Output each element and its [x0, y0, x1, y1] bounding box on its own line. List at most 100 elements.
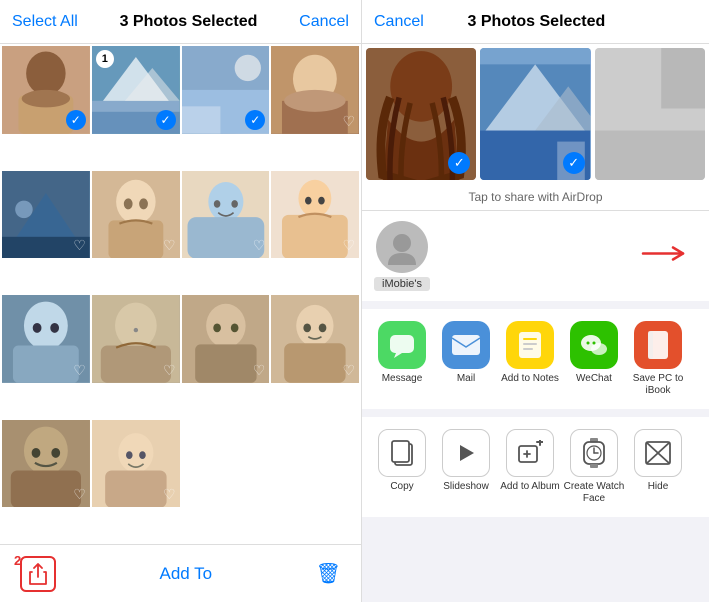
photo-cell[interactable]: ♡ [271, 46, 359, 134]
hide-icon [634, 429, 682, 477]
heart-icon: ♡ [342, 362, 355, 379]
airdrop-avatar [376, 221, 428, 273]
selected-photo-1[interactable]: ✓ [366, 48, 476, 180]
photo-cell[interactable]: ♡ [2, 295, 90, 383]
left-header: Select All 3 Photos Selected Cancel [0, 0, 361, 44]
photo-cell[interactable]: ♡ ✓ 1 [92, 46, 180, 134]
heart-icon: ♡ [73, 237, 86, 254]
watch-face-label: Create Watch Face [562, 481, 626, 505]
toolbar-number: 2 [14, 553, 21, 568]
check-badge: ✓ [66, 110, 86, 130]
action-watch-face[interactable]: Create Watch Face [562, 429, 626, 505]
copy-icon [378, 429, 426, 477]
mail-icon [442, 321, 490, 369]
photo-cell[interactable]: ♡ [271, 295, 359, 383]
photo-cell[interactable]: ♡ [2, 420, 90, 508]
slideshow-icon-svg [454, 441, 478, 465]
slideshow-icon [442, 429, 490, 477]
message-label: Message [382, 373, 423, 385]
selected-photo-3[interactable] [595, 48, 705, 180]
arrow-icon [633, 239, 693, 269]
share-app-mail[interactable]: Mail [434, 321, 498, 397]
select-all-button[interactable]: Select All [12, 13, 78, 31]
heart-icon: ♡ [163, 486, 176, 503]
notes-icon [506, 321, 554, 369]
selected-photos-strip: ✓ ✓ [362, 44, 709, 184]
share-icon [29, 563, 47, 585]
airdrop-person[interactable]: iMobie's [374, 221, 430, 291]
left-toolbar: 2 Add To 🗑 [0, 544, 361, 602]
share-apps-row: Message Mail Add to Notes [362, 309, 709, 417]
photo-grid: ♡ ✓ ♡ ✓ 1 ♡ ✓ [0, 44, 361, 544]
action-copy[interactable]: Copy [370, 429, 434, 505]
add-album-icon [506, 429, 554, 477]
hide-label: Hide [648, 481, 669, 493]
message-icon [378, 321, 426, 369]
check-badge: ✓ [245, 110, 265, 130]
wechat-icon [570, 321, 618, 369]
share-app-wechat[interactable]: WeChat [562, 321, 626, 397]
photo-cell[interactable]: ♡ [182, 295, 270, 383]
photo-cell[interactable]: ♡ [92, 171, 180, 259]
add-album-label: Add to Album [500, 481, 559, 493]
number-badge: 1 [96, 50, 114, 68]
action-slideshow[interactable]: Slideshow [434, 429, 498, 505]
right-panel: Cancel 3 Photos Selected ✓ [362, 0, 709, 602]
wechat-label: WeChat [576, 373, 612, 385]
arrow-indicator [633, 239, 693, 274]
photo-cell[interactable]: ♡ [271, 171, 359, 259]
selected-check: ✓ [563, 152, 585, 174]
airdrop-hint-text: Tap to share with AirDrop [468, 190, 602, 204]
heart-icon: ♡ [253, 362, 266, 379]
copy-label: Copy [390, 481, 413, 493]
ibooks-icon [634, 321, 682, 369]
person-icon [384, 229, 420, 265]
heart-icon: ♡ [163, 237, 176, 254]
photo-cell[interactable]: ♡ ✓ [182, 46, 270, 134]
mail-app-icon [451, 334, 481, 356]
right-header: Cancel 3 Photos Selected [362, 0, 709, 44]
share-app-notes[interactable]: Add to Notes [498, 321, 562, 397]
trash-button[interactable]: 🗑 [316, 561, 341, 586]
heart-icon: ♡ [73, 486, 86, 503]
ibooks-label: Save PC to iBook [626, 373, 690, 397]
share-app-ibooks[interactable]: Save PC to iBook [626, 321, 690, 397]
left-cancel-button[interactable]: Cancel [299, 13, 349, 31]
heart-icon: ♡ [253, 237, 266, 254]
message-app-icon [388, 331, 416, 359]
selected-photo-2[interactable]: ✓ [480, 48, 590, 180]
notes-app-icon [516, 330, 544, 360]
add-to-button[interactable]: Add To [159, 564, 212, 584]
action-hide[interactable]: Hide [626, 429, 690, 505]
right-cancel-button[interactable]: Cancel [374, 13, 424, 31]
share-button[interactable] [20, 556, 56, 592]
heart-icon: ♡ [163, 362, 176, 379]
photo-cell[interactable]: ♡ [2, 171, 90, 259]
heart-icon: ♡ [342, 237, 355, 254]
left-header-title: 3 Photos Selected [120, 13, 258, 31]
heart-icon: ♡ [73, 362, 86, 379]
heart-icon: ♡ [342, 113, 355, 130]
photo-cell[interactable]: ♡ [182, 171, 270, 259]
action-add-album[interactable]: Add to Album [498, 429, 562, 505]
hide-icon-svg [644, 440, 672, 466]
airdrop-hint: Tap to share with AirDrop [362, 184, 709, 211]
right-header-title: 3 Photos Selected [467, 13, 605, 31]
airdrop-row: iMobie's [362, 211, 709, 309]
wechat-app-icon [579, 331, 609, 359]
ibooks-app-icon [644, 329, 672, 361]
notes-label: Add to Notes [501, 373, 559, 385]
copy-icon-svg [389, 438, 415, 468]
left-panel: Select All 3 Photos Selected Cancel ♡ ✓ [0, 0, 362, 602]
share-actions-row: Copy Slideshow Add to Album [362, 417, 709, 517]
watch-face-icon [570, 429, 618, 477]
add-album-icon-svg [517, 440, 543, 466]
photo-cell[interactable]: ♡ [92, 420, 180, 508]
photo-cell[interactable]: ♡ [92, 295, 180, 383]
photo-cell[interactable]: ♡ ✓ [2, 46, 90, 134]
check-badge: ✓ [156, 110, 176, 130]
mail-label: Mail [457, 373, 475, 385]
slideshow-label: Slideshow [443, 481, 489, 493]
watch-face-icon-svg [582, 438, 606, 468]
share-app-message[interactable]: Message [370, 321, 434, 397]
